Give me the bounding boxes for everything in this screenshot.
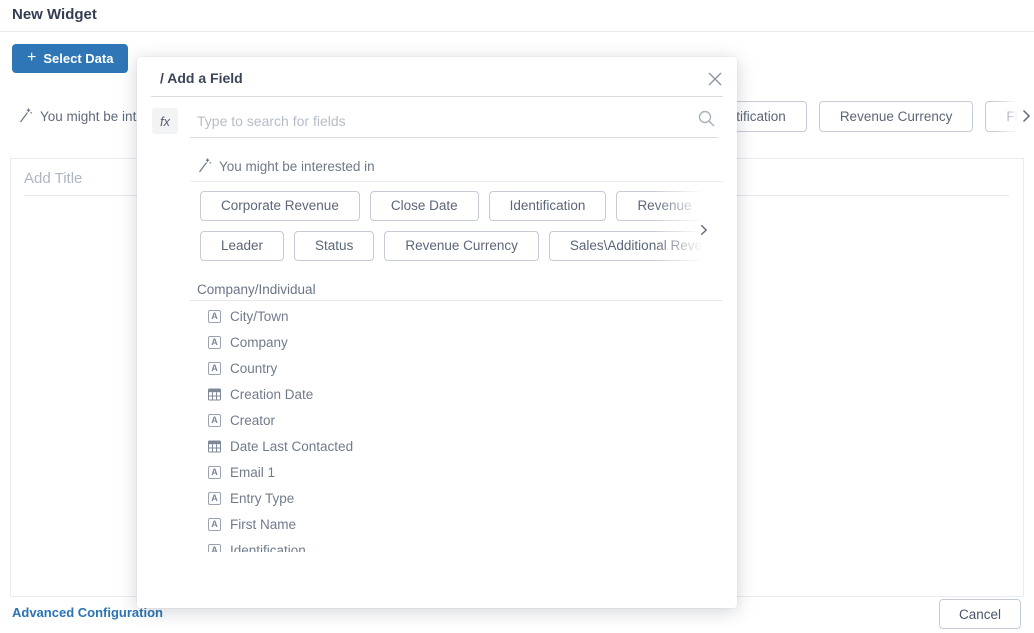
field-type-icon: A	[208, 544, 221, 553]
plus-icon: +	[27, 50, 36, 66]
field-list-item[interactable]: A Creation Date	[190, 381, 710, 407]
field-label: Identification	[230, 543, 306, 553]
magic-wand-icon	[197, 158, 212, 174]
chip-label: Sales\Additional Revenue	[570, 238, 712, 253]
field-group-divider	[190, 300, 722, 301]
select-data-button[interactable]: + Select Data	[12, 44, 128, 73]
field-type-icon: A	[208, 440, 221, 453]
modal-header-divider	[151, 96, 723, 97]
chip-label: Revenue Currency	[840, 109, 953, 124]
add-field-modal: / Add a Field fx You might	[137, 57, 737, 608]
field-label: Date Last Contacted	[230, 439, 353, 454]
suggestion-chip[interactable]: Revenue Currency	[384, 231, 539, 261]
modal-title: / Add a Field	[160, 70, 243, 86]
field-type-icon: A	[208, 466, 221, 479]
field-list-item[interactable]: A Creator	[190, 407, 710, 433]
field-label: Company	[230, 335, 288, 350]
chevron-right-icon[interactable]	[1022, 109, 1031, 123]
field-type-icon: A	[208, 310, 221, 323]
field-label: Creation Date	[230, 387, 313, 402]
chip-label: Leader	[221, 238, 263, 253]
field-label: First Name	[230, 517, 296, 532]
suggestion-chip[interactable]: Revenue Currency	[819, 101, 974, 132]
chips-row-2: Leader Status Revenue Currency Sales\Add…	[200, 231, 712, 261]
field-group-name: Company/Individual	[197, 282, 316, 297]
field-list: A City/Town A	[190, 303, 710, 552]
field-type-icon: A	[208, 518, 221, 531]
field-label: Country	[230, 361, 277, 376]
suggestion-chips-viewport: Corporate Revenue Close Date Identificat…	[200, 191, 712, 261]
field-type-icon: A	[208, 336, 221, 349]
modal-suggestion-row: You might be interested in	[197, 158, 375, 174]
suggestion-chip[interactable]: Close Date	[370, 191, 479, 221]
field-search-input[interactable]	[197, 107, 657, 134]
magic-wand-icon	[18, 108, 33, 124]
background-suggestion-chips: Identification Revenue Currency First Na…	[689, 101, 1034, 132]
chip-label: Revenue Currency	[405, 238, 518, 253]
chevron-right-icon[interactable]	[700, 224, 708, 236]
field-list-item[interactable]: A Country	[190, 355, 710, 381]
field-type-icon: A	[208, 362, 221, 375]
field-list-item[interactable]: A Identification	[190, 537, 710, 552]
field-list-item[interactable]: A City/Town	[190, 303, 710, 329]
widget-title-placeholder[interactable]: Add Title	[24, 170, 82, 187]
chip-label: Close Date	[391, 198, 458, 213]
field-label: Creator	[230, 413, 275, 428]
field-type-icon: A	[208, 388, 221, 401]
suggestion-chip[interactable]: Identification	[489, 191, 607, 221]
field-label: Entry Type	[230, 491, 294, 506]
suggestion-chip[interactable]: Sales\Additional Revenue	[549, 231, 712, 261]
header-divider	[0, 31, 1034, 32]
field-list-item[interactable]: A Company	[190, 329, 710, 355]
suggestion-chip[interactable]: Status	[294, 231, 374, 261]
field-type-icon: A	[208, 492, 221, 505]
page-title: New Widget	[12, 6, 97, 23]
suggestion-chip[interactable]: Corporate Revenue	[200, 191, 360, 221]
formula-fx-button[interactable]: fx	[152, 108, 178, 134]
app-screen: New Widget + Select Data You might be in…	[0, 0, 1034, 633]
select-data-label: Select Data	[43, 51, 113, 66]
chip-label: Identification	[510, 198, 586, 213]
chip-label: Status	[315, 238, 353, 253]
field-type-icon: A	[208, 414, 221, 427]
search-icon	[697, 109, 716, 128]
close-icon[interactable]	[706, 70, 724, 88]
chip-label: Corporate Revenue	[221, 198, 339, 213]
suggestion-chip[interactable]: Leader	[200, 231, 284, 261]
suggestion-divider	[190, 181, 723, 182]
chip-label: Revenue	[637, 198, 691, 213]
field-list-item[interactable]: A Entry Type	[190, 485, 710, 511]
search-underline	[190, 137, 718, 138]
field-list-item[interactable]: A First Name	[190, 511, 710, 537]
chips-row-1: Corporate Revenue Close Date Identificat…	[200, 191, 712, 221]
field-label: Email 1	[230, 465, 275, 480]
field-list-item[interactable]: A Email 1	[190, 459, 710, 485]
field-list-item[interactable]: A Date Last Contacted	[190, 433, 710, 459]
field-label: City/Town	[230, 309, 289, 324]
modal-suggestion-label: You might be interested in	[219, 159, 375, 174]
cancel-button[interactable]: Cancel	[939, 599, 1021, 629]
suggestion-chip[interactable]: Revenue	[616, 191, 712, 221]
